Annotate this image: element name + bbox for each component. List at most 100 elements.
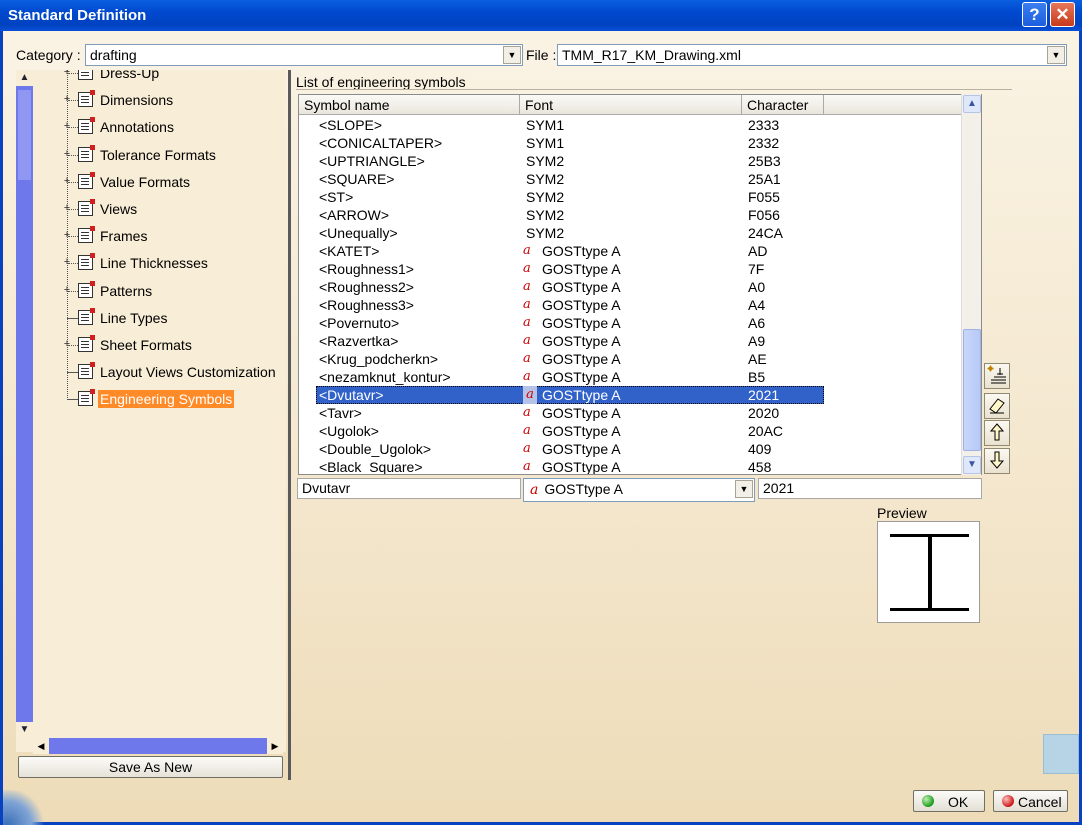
tree-item-label: Line Thicknesses	[100, 255, 208, 271]
table-row[interactable]: <Black_Square> a GOSTtype A 458	[299, 458, 961, 475]
help-button[interactable]: ?	[1022, 2, 1047, 27]
scroll-up-icon[interactable]: ▲	[16, 70, 33, 86]
character-cell: 458	[748, 459, 772, 475]
font-cell: GOSTtype A	[542, 333, 621, 349]
title-bar: Standard Definition ? ✕	[0, 0, 1082, 31]
table-row[interactable]: <Povernuto> a GOSTtype A A6	[299, 314, 961, 332]
expand-icon[interactable]: +	[62, 121, 72, 132]
table-row[interactable]: <Roughness1> a GOSTtype A 7F	[299, 260, 961, 278]
scroll-down-icon[interactable]: ▼	[963, 456, 981, 474]
table-row[interactable]: <SLOPE> SYM1 2333	[299, 116, 961, 134]
column-header-symbol-name[interactable]: Symbol name	[299, 95, 520, 115]
symbol-name-cell: <KATET>	[319, 243, 380, 259]
table-row[interactable]: <ST> SYM2 F055	[299, 188, 961, 206]
symbol-name-cell: <nezamknut_kontur>	[319, 369, 451, 385]
move-down-button[interactable]	[984, 448, 1010, 474]
tree-item-label: Patterns	[100, 283, 153, 299]
table-row[interactable]: <Double_Ugolok> a GOSTtype A 409	[299, 440, 961, 458]
scroll-left-icon[interactable]: ◀	[33, 738, 49, 754]
gost-font-icon: a	[523, 441, 531, 456]
font-cell: GOSTtype A	[542, 369, 621, 385]
column-header-font[interactable]: Font	[520, 95, 742, 115]
font-combo[interactable]: a GOSTtype A ▼	[523, 478, 755, 502]
symbol-name-cell: <Krug_podcherkn>	[319, 351, 439, 367]
symbols-list[interactable]: Symbol name Font Character <SLOPE> SYM1 23…	[298, 94, 982, 475]
gost-font-icon: a	[523, 405, 531, 420]
chevron-down-icon[interactable]: ▼	[1047, 46, 1065, 64]
character-cell: AE	[748, 351, 767, 367]
table-row[interactable]: <Razvertka> a GOSTtype A A9	[299, 332, 961, 350]
tree-horizontal-scrollbar[interactable]: ◀ ▶	[33, 738, 283, 754]
table-row[interactable]: <Krug_podcherkn> a GOSTtype A AE	[299, 350, 961, 368]
character-cell: F055	[748, 189, 780, 205]
expand-icon[interactable]: +	[62, 339, 72, 350]
ok-button[interactable]: OK	[913, 790, 985, 812]
expand-icon[interactable]: +	[62, 230, 72, 241]
move-up-button[interactable]	[984, 420, 1010, 446]
character-cell: 2020	[748, 405, 780, 421]
scroll-thumb[interactable]	[18, 90, 31, 180]
settings-node-icon	[78, 335, 95, 352]
settings-node-icon	[78, 117, 95, 134]
tree-item-label: Value Formats	[100, 174, 190, 190]
tree-vertical-scrollbar[interactable]: ▲ ▼	[16, 70, 33, 738]
expand-icon[interactable]: +	[62, 70, 72, 78]
panel-splitter[interactable]	[288, 70, 291, 780]
font-cell: GOSTtype A	[542, 405, 621, 421]
close-button[interactable]: ✕	[1050, 2, 1075, 27]
symbols-vertical-scrollbar[interactable]: ▲ ▼	[961, 94, 981, 475]
table-row[interactable]: <CONICALTAPER> SYM1 2332	[299, 134, 961, 152]
table-row[interactable]: <Roughness2> a GOSTtype A A0	[299, 278, 961, 296]
table-row[interactable]: <Ugolok> a GOSTtype A 20AC	[299, 422, 961, 440]
expand-icon[interactable]: +	[62, 149, 72, 160]
cancel-label: Cancel	[1018, 794, 1062, 810]
table-row[interactable]: <nezamknut_kontur> a GOSTtype A B5	[299, 368, 961, 386]
table-row[interactable]: <SQUARE> SYM2 25A1	[299, 170, 961, 188]
font-cell: GOSTtype A	[542, 315, 621, 331]
erase-symbol-button[interactable]	[984, 393, 1010, 419]
character-cell: 2021	[748, 387, 780, 403]
table-row[interactable]: <ARROW> SYM2 F056	[299, 206, 961, 224]
expand-icon[interactable]: +	[62, 176, 72, 187]
preview-label: Preview	[877, 505, 927, 521]
character-cell: A4	[748, 297, 766, 313]
scroll-right-icon[interactable]: ▶	[267, 738, 283, 754]
character-cell: F056	[748, 207, 780, 223]
chevron-down-icon[interactable]: ▼	[503, 46, 521, 64]
table-row[interactable]: <KATET> a GOSTtype A AD	[299, 242, 961, 260]
symbol-name-cell: <Roughness1>	[319, 261, 414, 277]
table-row[interactable]: <Roughness3> a GOSTtype A A4	[299, 296, 961, 314]
character-field[interactable]: 2021	[758, 478, 982, 499]
expand-icon[interactable]: +	[62, 203, 72, 214]
symbols-section-title: List of engineering symbols	[296, 74, 466, 90]
font-cell: GOSTtype A	[542, 441, 621, 457]
column-header-character[interactable]: Character	[742, 95, 824, 115]
category-combo[interactable]: drafting ▼	[85, 44, 523, 66]
expand-icon[interactable]: +	[62, 285, 72, 296]
scroll-down-icon[interactable]: ▼	[16, 722, 33, 738]
expand-icon[interactable]: +	[62, 257, 72, 268]
expand-icon[interactable]: +	[62, 94, 72, 105]
cancel-button[interactable]: Cancel	[993, 790, 1068, 812]
scroll-up-icon[interactable]: ▲	[963, 95, 981, 113]
character-cell: 2332	[748, 135, 780, 151]
gost-font-icon: a	[523, 386, 537, 404]
table-row[interactable]: <Tavr> a GOSTtype A 2020	[299, 404, 961, 422]
character-cell: A6	[748, 315, 766, 331]
new-symbol-button[interactable]	[984, 363, 1010, 389]
table-row[interactable]: <Dvutavr> a GOSTtype A 2021	[299, 386, 961, 404]
settings-node-icon	[78, 308, 95, 325]
section-divider	[296, 89, 1012, 90]
chevron-down-icon[interactable]: ▼	[735, 480, 753, 498]
symbol-name-field[interactable]: Dvutavr	[297, 478, 521, 499]
tree-item-label: Frames	[100, 228, 148, 244]
font-cell: GOSTtype A	[542, 243, 621, 259]
tree-item-label: Layout Views Customization	[100, 364, 276, 380]
file-combo[interactable]: TMM_R17_KM_Drawing.xml ▼	[557, 44, 1067, 66]
save-as-new-button[interactable]: Save As New	[18, 756, 283, 778]
table-row[interactable]: <Unequally> SYM2 24CA	[299, 224, 961, 242]
category-label: Category :	[16, 47, 81, 63]
table-row[interactable]: <UPTRIANGLE> SYM2 25B3	[299, 152, 961, 170]
gost-font-icon: a	[523, 333, 531, 348]
scroll-thumb[interactable]	[963, 329, 981, 451]
